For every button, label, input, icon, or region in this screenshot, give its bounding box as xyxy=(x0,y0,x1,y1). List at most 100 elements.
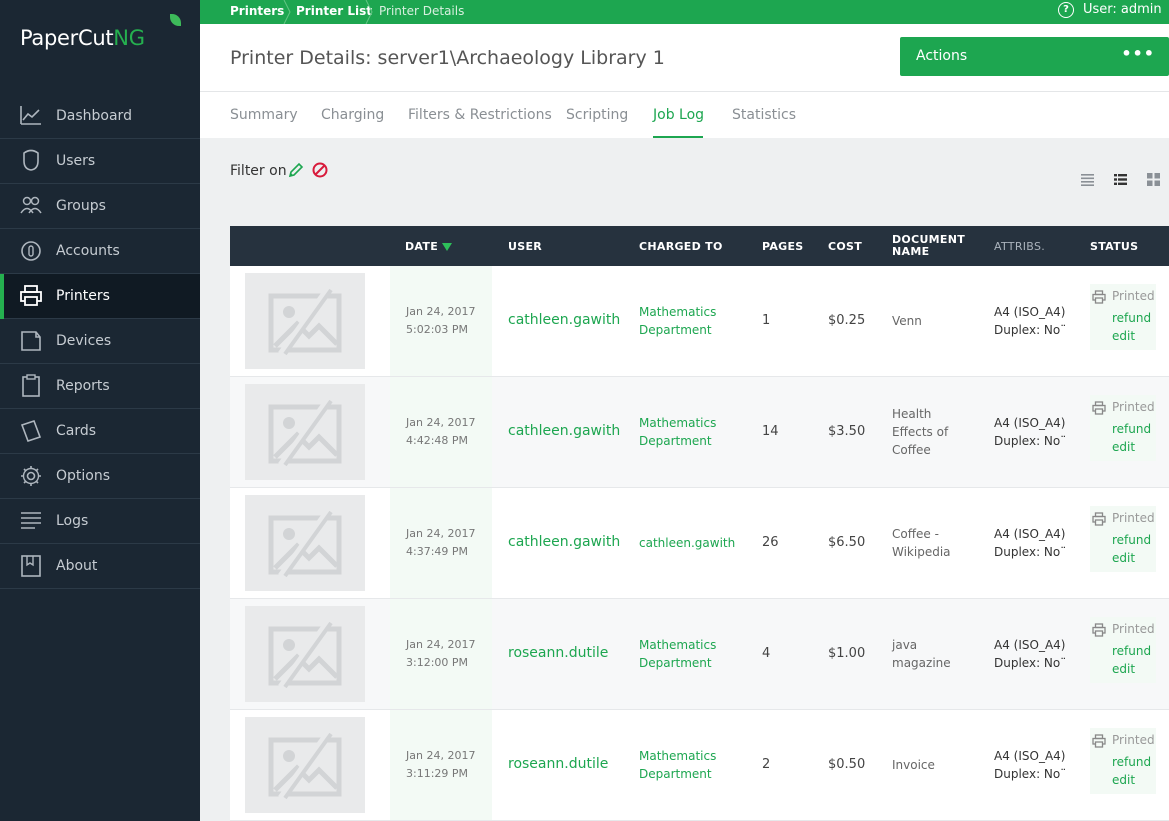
grid-view-icon[interactable] xyxy=(1147,173,1160,186)
printer-icon xyxy=(1092,290,1106,304)
table-row[interactable]: Jan 24, 2017 4:37:49 PM cathleen.gawith cat… xyxy=(230,488,1169,599)
charged-to-link[interactable]: cathleen.gawith xyxy=(639,534,735,552)
logs-icon xyxy=(21,512,41,529)
tab-statistics[interactable]: Statistics xyxy=(732,107,796,123)
user-menu[interactable]: User: admin xyxy=(1083,2,1169,17)
refund-link[interactable]: refund xyxy=(1112,311,1151,325)
sidebar-item-accounts[interactable]: Accounts xyxy=(0,229,200,274)
job-user-link[interactable]: roseann.dutile xyxy=(508,756,608,772)
column-header-date[interactable]: DATE xyxy=(405,240,453,253)
refund-link[interactable]: refund xyxy=(1112,422,1151,436)
tab-bar: Summary Charging Filters & Restrictions … xyxy=(200,92,1169,138)
column-header-cost[interactable]: COST xyxy=(828,240,862,253)
edit-link[interactable]: edit xyxy=(1112,773,1135,787)
document-thumbnail[interactable] xyxy=(245,384,365,480)
job-status: Printed refund edit xyxy=(1090,728,1156,794)
more-icon: ••• xyxy=(1121,44,1155,63)
tab-job-log[interactable]: Job Log xyxy=(653,107,704,123)
tab-filters-restrictions[interactable]: Filters & Restrictions xyxy=(408,107,552,123)
table-header: DATE USER CHARGED TO PAGES COST DOCUMENT… xyxy=(230,226,1169,266)
edit-link[interactable]: edit xyxy=(1112,329,1135,343)
gear-icon xyxy=(21,466,41,486)
charged-to-link[interactable]: Mathematics Department xyxy=(639,414,716,450)
tab-charging[interactable]: Charging xyxy=(321,107,384,123)
edit-link[interactable]: edit xyxy=(1112,440,1135,454)
job-date: Jan 24, 2017 3:11:29 PM xyxy=(406,749,476,780)
refund-link[interactable]: refund xyxy=(1112,644,1151,658)
papercut-logo[interactable]: PaperCutNG xyxy=(20,26,145,50)
job-user-link[interactable]: cathleen.gawith xyxy=(508,534,620,550)
printer-icon xyxy=(1092,512,1106,526)
help-icon[interactable]: ? xyxy=(1058,2,1074,18)
sidebar-item-devices[interactable]: Devices xyxy=(0,319,200,364)
job-attributes: A4 (ISO_A4) Duplex: No¨ xyxy=(994,749,1067,781)
document-thumbnail[interactable] xyxy=(245,495,365,591)
edit-link[interactable]: edit xyxy=(1112,662,1135,676)
document-name: Health Effects of Coffee xyxy=(892,407,949,457)
table-row[interactable]: Jan 24, 2017 3:11:29 PM roseann.dutile Math… xyxy=(230,710,1169,821)
devices-icon xyxy=(21,331,41,351)
reports-icon xyxy=(22,374,40,397)
job-user-link[interactable]: cathleen.gawith xyxy=(508,423,620,439)
sidebar-item-label: About xyxy=(56,558,98,574)
detail-view-icon[interactable] xyxy=(1114,173,1127,186)
page-title: Printer Details: server1\Archaeology Lib… xyxy=(230,47,665,69)
column-header-charged-to[interactable]: CHARGED TO xyxy=(639,240,723,253)
document-name: Coffee - Wikipedia xyxy=(892,527,951,559)
column-header-document-name[interactable]: DOCUMENT NAME xyxy=(892,234,965,258)
column-header-pages[interactable]: PAGES xyxy=(762,240,804,253)
charged-to-link[interactable]: Mathematics Department xyxy=(639,747,716,783)
edit-link[interactable]: edit xyxy=(1112,551,1135,565)
sidebar-item-label: Devices xyxy=(56,333,112,349)
column-header-status[interactable]: STATUS xyxy=(1090,240,1138,253)
job-status: Printed refund edit xyxy=(1090,395,1156,461)
charged-to-link[interactable]: Mathematics Department xyxy=(639,636,716,672)
sidebar-item-logs[interactable]: Logs xyxy=(0,499,200,544)
document-name: java magazine xyxy=(892,638,951,670)
sidebar-item-reports[interactable]: Reports xyxy=(0,364,200,409)
table-row[interactable]: Jan 24, 2017 3:12:00 PM roseann.dutile Math… xyxy=(230,599,1169,710)
table-row[interactable]: Jan 24, 2017 5:02:03 PM cathleen.gawith Mat… xyxy=(230,266,1169,377)
job-pages: 14 xyxy=(762,424,779,439)
image-placeholder-icon xyxy=(268,730,342,800)
breadcrumb-printers[interactable]: Printers xyxy=(230,4,284,18)
job-cost: $6.50 xyxy=(828,535,866,550)
refund-link[interactable]: refund xyxy=(1112,755,1151,769)
status-label: Printed xyxy=(1112,622,1155,636)
refund-link[interactable]: refund xyxy=(1112,533,1151,547)
list-view-icon[interactable] xyxy=(1081,173,1094,186)
pencil-icon[interactable] xyxy=(287,161,305,179)
sidebar-item-groups[interactable]: Groups xyxy=(0,184,200,229)
job-pages: 2 xyxy=(762,757,771,772)
sidebar-item-users[interactable]: Users xyxy=(0,139,200,184)
job-cost: $3.50 xyxy=(828,424,866,439)
printer-icon xyxy=(20,285,42,306)
actions-button[interactable]: Actions ••• xyxy=(900,37,1169,76)
tab-summary[interactable]: Summary xyxy=(230,107,298,123)
tab-scripting[interactable]: Scripting xyxy=(566,107,628,123)
image-placeholder-icon xyxy=(268,286,342,356)
dashboard-icon xyxy=(20,106,41,125)
clear-filter-icon[interactable] xyxy=(311,161,329,179)
sidebar-item-printers[interactable]: Printers xyxy=(0,274,200,319)
users-icon xyxy=(23,149,39,171)
sidebar-item-dashboard[interactable]: Dashboard xyxy=(0,94,200,139)
document-thumbnail[interactable] xyxy=(245,273,365,369)
document-thumbnail[interactable] xyxy=(245,606,365,702)
document-thumbnail[interactable] xyxy=(245,717,365,813)
sidebar-item-label: Reports xyxy=(56,378,110,394)
table-row[interactable]: Jan 24, 2017 4:42:48 PM cathleen.gawith Mat… xyxy=(230,377,1169,488)
job-attributes: A4 (ISO_A4) Duplex: No¨ xyxy=(994,416,1067,448)
sidebar-item-about[interactable]: About xyxy=(0,544,200,589)
job-user-link[interactable]: roseann.dutile xyxy=(508,645,608,661)
breadcrumb-printer-details: Printer Details xyxy=(379,4,465,18)
job-status: Printed refund edit xyxy=(1090,617,1156,683)
document-name: Invoice xyxy=(892,758,935,772)
job-user-link[interactable]: cathleen.gawith xyxy=(508,312,620,328)
sidebar-item-cards[interactable]: Cards xyxy=(0,409,200,454)
column-header-user[interactable]: USER xyxy=(508,240,542,253)
sidebar-item-options[interactable]: Options xyxy=(0,454,200,499)
breadcrumb-printer-list[interactable]: Printer List xyxy=(296,4,372,18)
sort-descending-icon xyxy=(442,243,453,251)
charged-to-link[interactable]: Mathematics Department xyxy=(639,303,716,339)
